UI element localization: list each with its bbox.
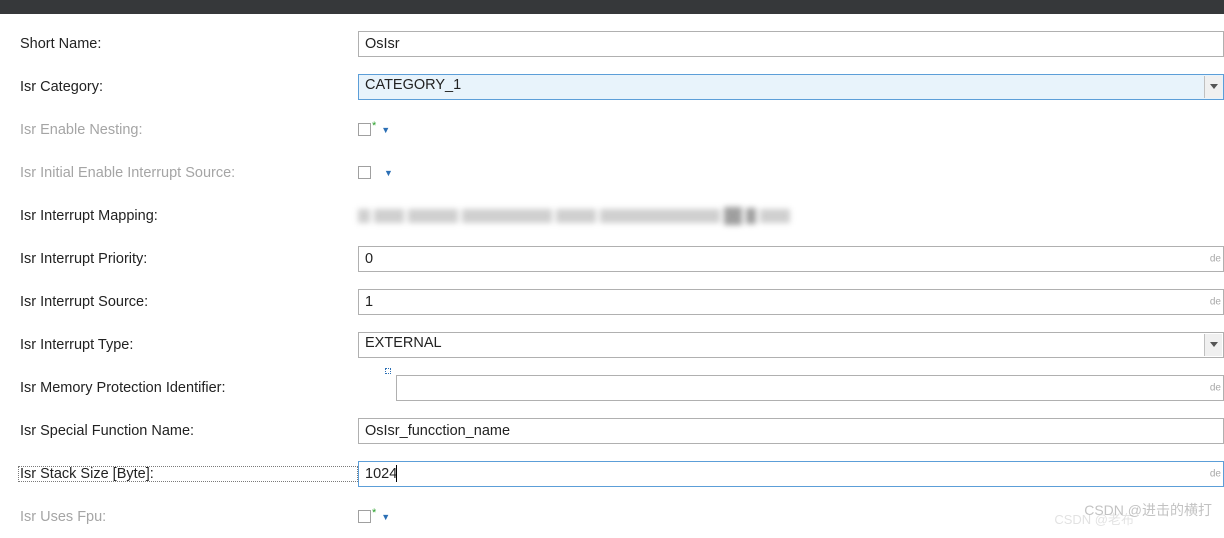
label-isr-stack-size: Isr Stack Size [Byte]: xyxy=(18,466,358,482)
checkbox-isr-enable-nesting[interactable] xyxy=(358,123,371,136)
caret-down-icon[interactable]: ▼ xyxy=(381,512,390,522)
checkbox-isr-initial-enable-interrupt-source[interactable] xyxy=(358,166,371,179)
label-isr-special-function-name: Isr Special Function Name: xyxy=(18,423,358,439)
row-isr-special-function-name: Isr Special Function Name: xyxy=(18,409,1224,452)
input-isr-special-function-name[interactable] xyxy=(358,418,1224,444)
label-isr-initial-enable-interrupt-source: Isr Initial Enable Interrupt Source: xyxy=(18,165,358,181)
row-isr-category: Isr Category: CATEGORY_1 xyxy=(18,65,1224,108)
select-isr-category[interactable]: CATEGORY_1 xyxy=(358,74,1224,100)
required-asterisk-icon: * xyxy=(372,507,376,519)
label-isr-interrupt-mapping: Isr Interrupt Mapping: xyxy=(18,208,358,224)
label-isr-interrupt-priority: Isr Interrupt Priority: xyxy=(18,251,358,267)
caret-down-icon[interactable]: ▼ xyxy=(381,125,390,135)
resize-handle-icon xyxy=(385,368,391,374)
required-asterisk-icon: * xyxy=(372,120,376,132)
row-isr-memory-protection-identifier: Isr Memory Protection Identifier: de xyxy=(18,366,1224,409)
row-isr-interrupt-source: Isr Interrupt Source: de xyxy=(18,280,1224,323)
checkbox-isr-uses-fpu[interactable] xyxy=(358,510,371,523)
row-isr-interrupt-type: Isr Interrupt Type: EXTERNAL xyxy=(18,323,1224,366)
window-title-bar xyxy=(0,0,1224,14)
row-isr-uses-fpu: Isr Uses Fpu: * ▼ xyxy=(18,495,1224,538)
chevron-down-icon xyxy=(1204,334,1222,356)
label-isr-enable-nesting: Isr Enable Nesting: xyxy=(18,122,358,138)
row-isr-initial-enable-interrupt-source: Isr Initial Enable Interrupt Source: ▼ xyxy=(18,151,1224,194)
label-isr-category: Isr Category: xyxy=(18,79,358,95)
label-isr-memory-protection-identifier: Isr Memory Protection Identifier: xyxy=(18,380,358,396)
text-cursor-icon xyxy=(396,465,397,482)
select-isr-category-value: CATEGORY_1 xyxy=(365,77,461,93)
row-isr-interrupt-mapping: Isr Interrupt Mapping: xyxy=(18,194,1224,237)
select-isr-interrupt-type[interactable]: EXTERNAL xyxy=(358,332,1224,358)
row-short-name: Short Name: xyxy=(18,22,1224,65)
chevron-down-icon xyxy=(1204,76,1222,98)
select-isr-interrupt-type-value: EXTERNAL xyxy=(365,335,442,351)
input-isr-stack-size[interactable]: 1024 xyxy=(358,461,1224,487)
property-form: Short Name: Isr Category: CATEGORY_1 Isr… xyxy=(18,22,1224,538)
row-isr-interrupt-priority: Isr Interrupt Priority: de xyxy=(18,237,1224,280)
label-isr-interrupt-type: Isr Interrupt Type: xyxy=(18,337,358,353)
caret-down-icon[interactable]: ▼ xyxy=(384,168,393,178)
row-isr-enable-nesting: Isr Enable Nesting: * ▼ xyxy=(18,108,1224,151)
input-isr-interrupt-priority[interactable] xyxy=(358,246,1224,272)
label-isr-interrupt-source: Isr Interrupt Source: xyxy=(18,294,358,310)
input-short-name[interactable] xyxy=(358,31,1224,57)
row-isr-stack-size: Isr Stack Size [Byte]: 1024 de xyxy=(18,452,1224,495)
input-isr-memory-protection-identifier[interactable] xyxy=(396,375,1224,401)
input-isr-interrupt-source[interactable] xyxy=(358,289,1224,315)
label-isr-uses-fpu: Isr Uses Fpu: xyxy=(18,509,358,525)
redacted-content xyxy=(358,205,878,227)
label-short-name: Short Name: xyxy=(18,36,358,52)
